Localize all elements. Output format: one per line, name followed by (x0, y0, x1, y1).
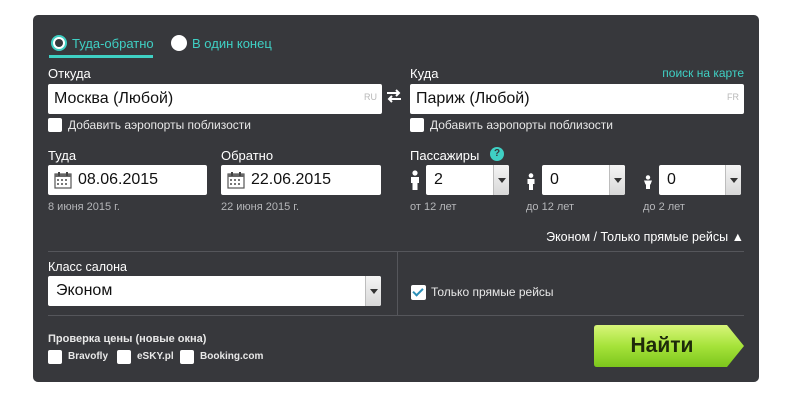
children-value: 0 (550, 171, 559, 188)
depart-date-hint: 8 июня 2015 г. (48, 201, 120, 213)
booking-checkbox[interactable] (180, 350, 194, 364)
divider (397, 251, 398, 315)
children-hint: до 12 лет (526, 201, 575, 213)
from-value: Москва (Любой) (54, 90, 174, 107)
one-way-radio[interactable] (171, 35, 187, 51)
help-icon[interactable]: ? (490, 147, 504, 161)
calendar-icon (227, 172, 245, 189)
map-search-link[interactable]: поиск на карте (662, 66, 744, 80)
chevron-down-icon (493, 165, 509, 195)
direct-only-label: Только прямые рейсы (431, 285, 554, 299)
one-way-option[interactable]: В один конец (171, 33, 272, 53)
chevron-down-icon (365, 276, 381, 306)
chevron-down-icon (725, 165, 741, 195)
from-country-code: RU (364, 92, 377, 102)
to-country-code: FR (727, 92, 739, 102)
round-trip-label: Туда-обратно (72, 35, 154, 51)
options-toggle[interactable]: Эконом / Только прямые рейсы ▲ (546, 230, 744, 244)
adults-select[interactable]: 2 (426, 165, 509, 195)
cabin-select[interactable]: Эконом (48, 276, 381, 306)
passengers-label: Пассажиры (410, 148, 480, 163)
swap-icon[interactable] (385, 87, 403, 105)
to-value: Париж (Любой) (416, 90, 530, 107)
active-tab-underline (49, 55, 153, 58)
bravofly-checkbox[interactable] (48, 350, 62, 364)
infants-hint: до 2 лет (643, 201, 685, 213)
flight-search-panel: Туда-обратно В один конец Откуда Куда по… (33, 15, 759, 382)
infant-icon (644, 175, 652, 189)
round-trip-option[interactable]: Туда-обратно (51, 33, 154, 53)
from-label: Откуда (48, 66, 91, 81)
esky-checkbox[interactable] (117, 350, 131, 364)
return-date-hint: 22 июня 2015 г. (221, 201, 300, 213)
bravofly-label: Bravofly (68, 351, 109, 362)
search-button[interactable]: Найти (594, 325, 744, 367)
esky-label: eSKY.pl (137, 351, 174, 362)
cabin-value: Эконом (56, 282, 113, 299)
search-button-label: Найти (630, 334, 694, 357)
chevron-down-icon (609, 165, 625, 195)
to-label: Куда (410, 66, 439, 81)
divider (48, 251, 744, 252)
infants-value: 0 (667, 171, 676, 188)
booking-label: Booking.com (200, 351, 264, 362)
round-trip-radio[interactable] (51, 35, 67, 51)
child-icon (527, 173, 535, 190)
return-date-input[interactable]: 22.06.2015 (221, 165, 381, 195)
return-label: Обратно (221, 148, 274, 163)
depart-label: Туда (48, 148, 77, 163)
from-input[interactable]: Москва (Любой) RU (48, 84, 382, 114)
depart-date-input[interactable]: 08.06.2015 (48, 165, 207, 195)
to-nearby-checkbox[interactable] (410, 118, 424, 132)
cabin-label: Класс салона (48, 260, 127, 274)
divider (48, 315, 744, 316)
direct-only-checkbox[interactable] (411, 285, 426, 300)
adults-hint: от 12 лет (410, 201, 457, 213)
adult-icon (411, 170, 419, 190)
adults-value: 2 (434, 171, 443, 188)
infants-select[interactable]: 0 (659, 165, 741, 195)
from-nearby-checkbox[interactable] (48, 118, 62, 132)
to-nearby-label: Добавить аэропорты поблизости (430, 118, 613, 132)
price-check-label: Проверка цены (новые окна) (48, 333, 207, 345)
one-way-label: В один конец (192, 35, 272, 51)
children-select[interactable]: 0 (542, 165, 625, 195)
calendar-icon (54, 172, 72, 189)
from-nearby-label: Добавить аэропорты поблизости (68, 118, 251, 132)
to-input[interactable]: Париж (Любой) FR (410, 84, 744, 114)
